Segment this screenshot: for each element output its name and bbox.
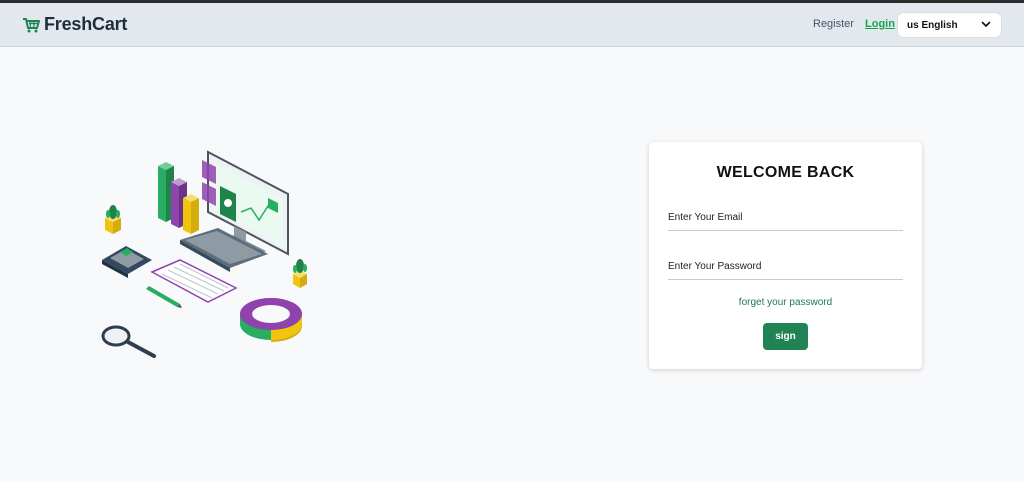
bar-chart-illustration — [158, 162, 199, 234]
brand-name: FreshCart — [44, 14, 128, 34]
language-select[interactable]: us English — [897, 12, 1002, 38]
sign-in-button[interactable]: sign — [763, 323, 808, 350]
donut-chart-illustration — [240, 298, 302, 342]
register-link[interactable]: Register — [813, 18, 854, 30]
login-card: WELCOME BACK forget your password sign — [649, 142, 922, 369]
login-title: WELCOME BACK — [716, 164, 855, 181]
password-field[interactable] — [668, 254, 903, 280]
email-field[interactable] — [668, 205, 903, 231]
forgot-password-link[interactable]: forget your password — [649, 297, 922, 308]
login-link[interactable]: Login — [865, 18, 895, 30]
navbar: FreshCart Register Login us English — [0, 3, 1024, 47]
magnifier-illustration — [101, 325, 156, 358]
calculator-illustration — [102, 246, 152, 278]
brand-logo[interactable]: FreshCart — [22, 14, 127, 35]
chevron-down-icon — [981, 21, 991, 27]
language-selected-value: us English — [907, 20, 958, 31]
login-illustration — [101, 150, 307, 358]
cart-icon — [23, 17, 40, 32]
